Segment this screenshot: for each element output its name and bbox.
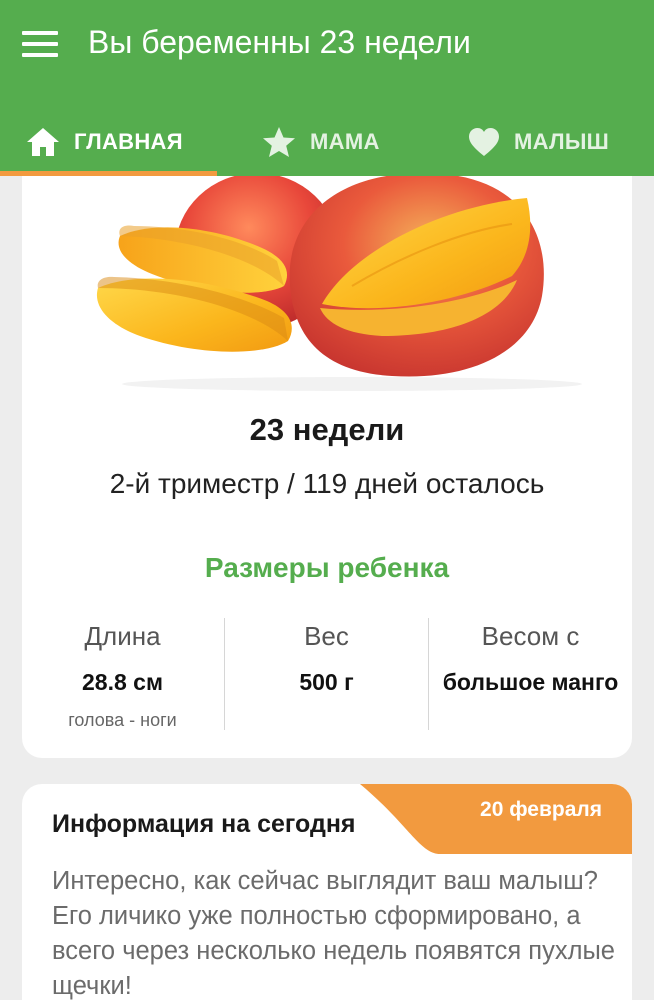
trimester-text: 2-й триместр / 119 дней осталось [109, 468, 545, 499]
hamburger-menu-icon[interactable] [22, 26, 62, 62]
stat-weight-label: Вес [304, 621, 349, 651]
mango-image [96, 176, 582, 391]
stat-weight-value: 500 г [299, 669, 354, 695]
stat-length-value: 28.8 см [82, 669, 163, 695]
home-icon [27, 128, 59, 156]
tab-mama[interactable]: МАМА [262, 108, 380, 176]
tab-mama-label: МАМА [310, 129, 380, 154]
stat-compare: Весом с большое манго [429, 616, 632, 702]
page-title: Вы беременны 23 недели [88, 24, 471, 60]
heart-icon [469, 128, 499, 156]
info-text: Интересно, как сейчас выглядит ваш малыш… [52, 867, 615, 1000]
week-card: 23 недели 2-й триместр / 119 дней остало… [22, 176, 632, 758]
stat-weight: Вес 500 г [225, 616, 428, 702]
tab-baby[interactable]: МАЛЫШ [468, 108, 609, 176]
tab-home[interactable]: ГЛАВНАЯ [26, 108, 183, 176]
stat-compare-label: Весом с [481, 621, 580, 651]
stat-length-label: Длина [84, 621, 161, 651]
tab-home-label: ГЛАВНАЯ [74, 129, 183, 154]
date-label: 20 февраля [480, 798, 602, 821]
stat-length-note: голова - ноги [68, 710, 177, 730]
tab-baby-label: МАЛЫШ [514, 129, 610, 154]
app-bar: Вы беременны 23 недели ГЛАВНАЯ МАМА МАЛЫ… [0, 0, 654, 176]
info-title: Информация на сегодня [52, 810, 356, 838]
week-title: 23 недели [249, 412, 405, 447]
tab-bar: ГЛАВНАЯ МАМА МАЛЫШ [0, 108, 654, 176]
info-card[interactable]: 20 февраля Информация на сегодня Интерес… [22, 784, 632, 1000]
star-icon [263, 127, 295, 157]
stat-compare-value: большое манго [442, 669, 619, 695]
stat-length: Длина 28.8 см голова - ноги [22, 616, 223, 732]
toolbar: Вы беременны 23 недели [0, 0, 654, 88]
baby-sizes-title: Размеры ребенка [204, 552, 450, 583]
